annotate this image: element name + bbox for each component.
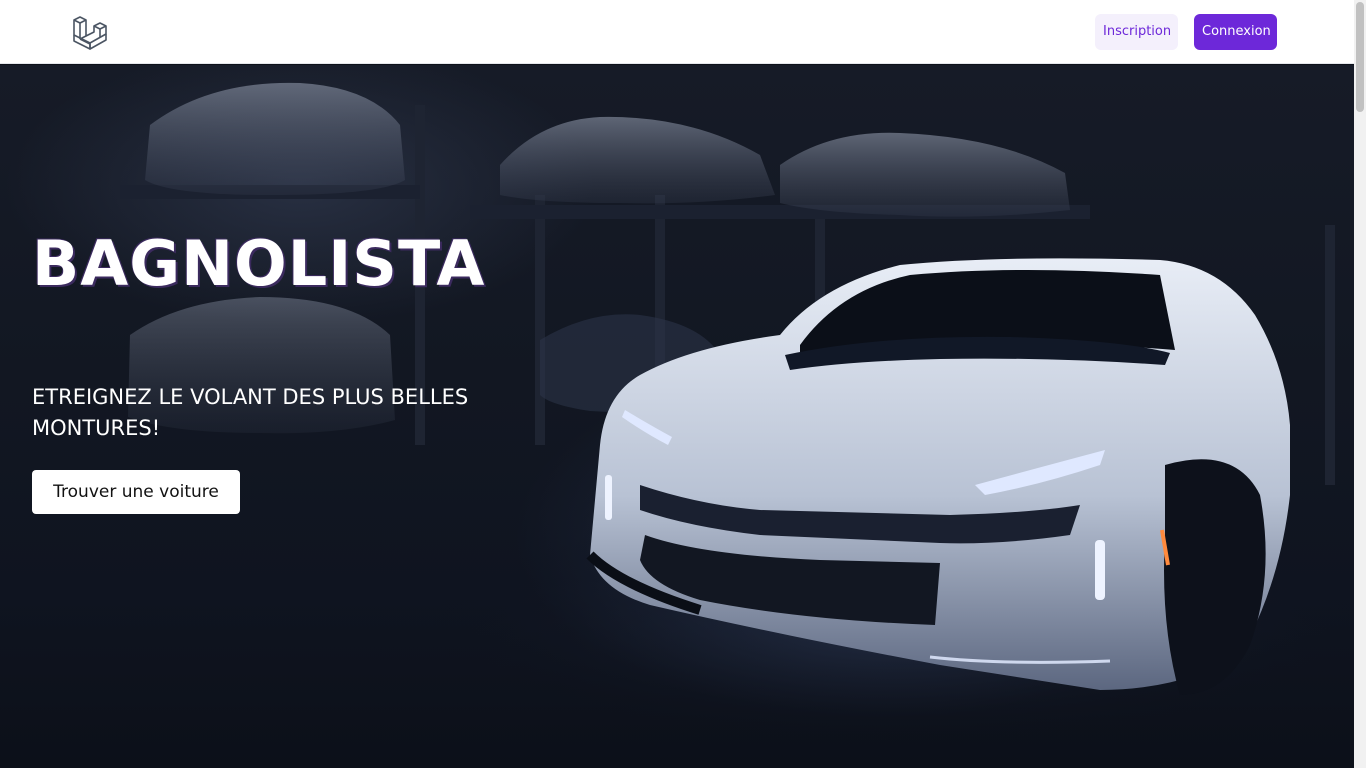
- find-car-button[interactable]: Trouver une voiture: [32, 470, 240, 514]
- page: Inscription Connexion BAGNOLISTA ETREIGN…: [0, 0, 1366, 768]
- top-navbar: Inscription Connexion: [0, 0, 1354, 64]
- hero-section: BAGNOLISTA ETREIGNEZ LE VOLANT DES PLUS …: [0, 65, 1354, 768]
- hero-tagline: ETREIGNEZ LE VOLANT DES PLUS BELLES MONT…: [32, 385, 469, 440]
- vertical-scrollbar[interactable]: [1354, 0, 1366, 768]
- scrollbar-thumb[interactable]: [1356, 2, 1364, 112]
- register-button[interactable]: Inscription: [1095, 14, 1178, 50]
- laravel-logo-icon[interactable]: [72, 14, 109, 51]
- hero-title: BAGNOLISTA: [32, 227, 486, 300]
- login-button[interactable]: Connexion: [1194, 14, 1277, 50]
